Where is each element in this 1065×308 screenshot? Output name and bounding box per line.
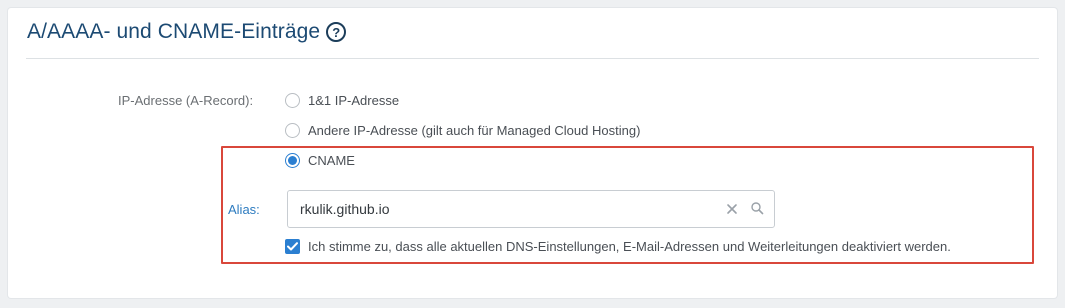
radio-label: 1&1 IP-Adresse: [308, 93, 400, 108]
radio-button[interactable]: [285, 123, 300, 138]
close-icon[interactable]: [724, 201, 740, 217]
section-header: A/AAAA- und CNAME-Einträge ?: [27, 20, 347, 44]
checkmark-icon: [287, 242, 298, 251]
search-icon[interactable]: [750, 201, 764, 215]
radio-option-1und1-ip[interactable]: 1&1 IP-Adresse: [285, 93, 399, 108]
alias-input[interactable]: [288, 191, 700, 227]
section-divider: [26, 58, 1039, 59]
alias-label: Alias:: [228, 202, 260, 217]
radio-label: Andere IP-Adresse (gilt auch für Managed…: [308, 123, 641, 138]
consent-checkbox[interactable]: [285, 239, 300, 254]
radio-option-other-ip[interactable]: Andere IP-Adresse (gilt auch für Managed…: [285, 123, 640, 138]
section-title: A/AAAA- und CNAME-Einträge: [27, 20, 321, 43]
radio-button-selected[interactable]: [285, 153, 300, 168]
radio-button[interactable]: [285, 93, 300, 108]
ip-address-label: IP-Adresse (A-Record):: [118, 93, 254, 108]
radio-label: CNAME: [308, 153, 355, 168]
alias-input-container[interactable]: [287, 190, 775, 228]
consent-checkbox-row[interactable]: Ich stimme zu, dass alle aktuellen DNS-E…: [285, 239, 951, 254]
consent-label: Ich stimme zu, dass alle aktuellen DNS-E…: [308, 239, 951, 254]
radio-option-cname[interactable]: CNAME: [285, 153, 355, 168]
dns-records-panel: A/AAAA- und CNAME-Einträge ? IP-Adresse …: [8, 8, 1057, 298]
help-icon[interactable]: ?: [326, 22, 347, 42]
